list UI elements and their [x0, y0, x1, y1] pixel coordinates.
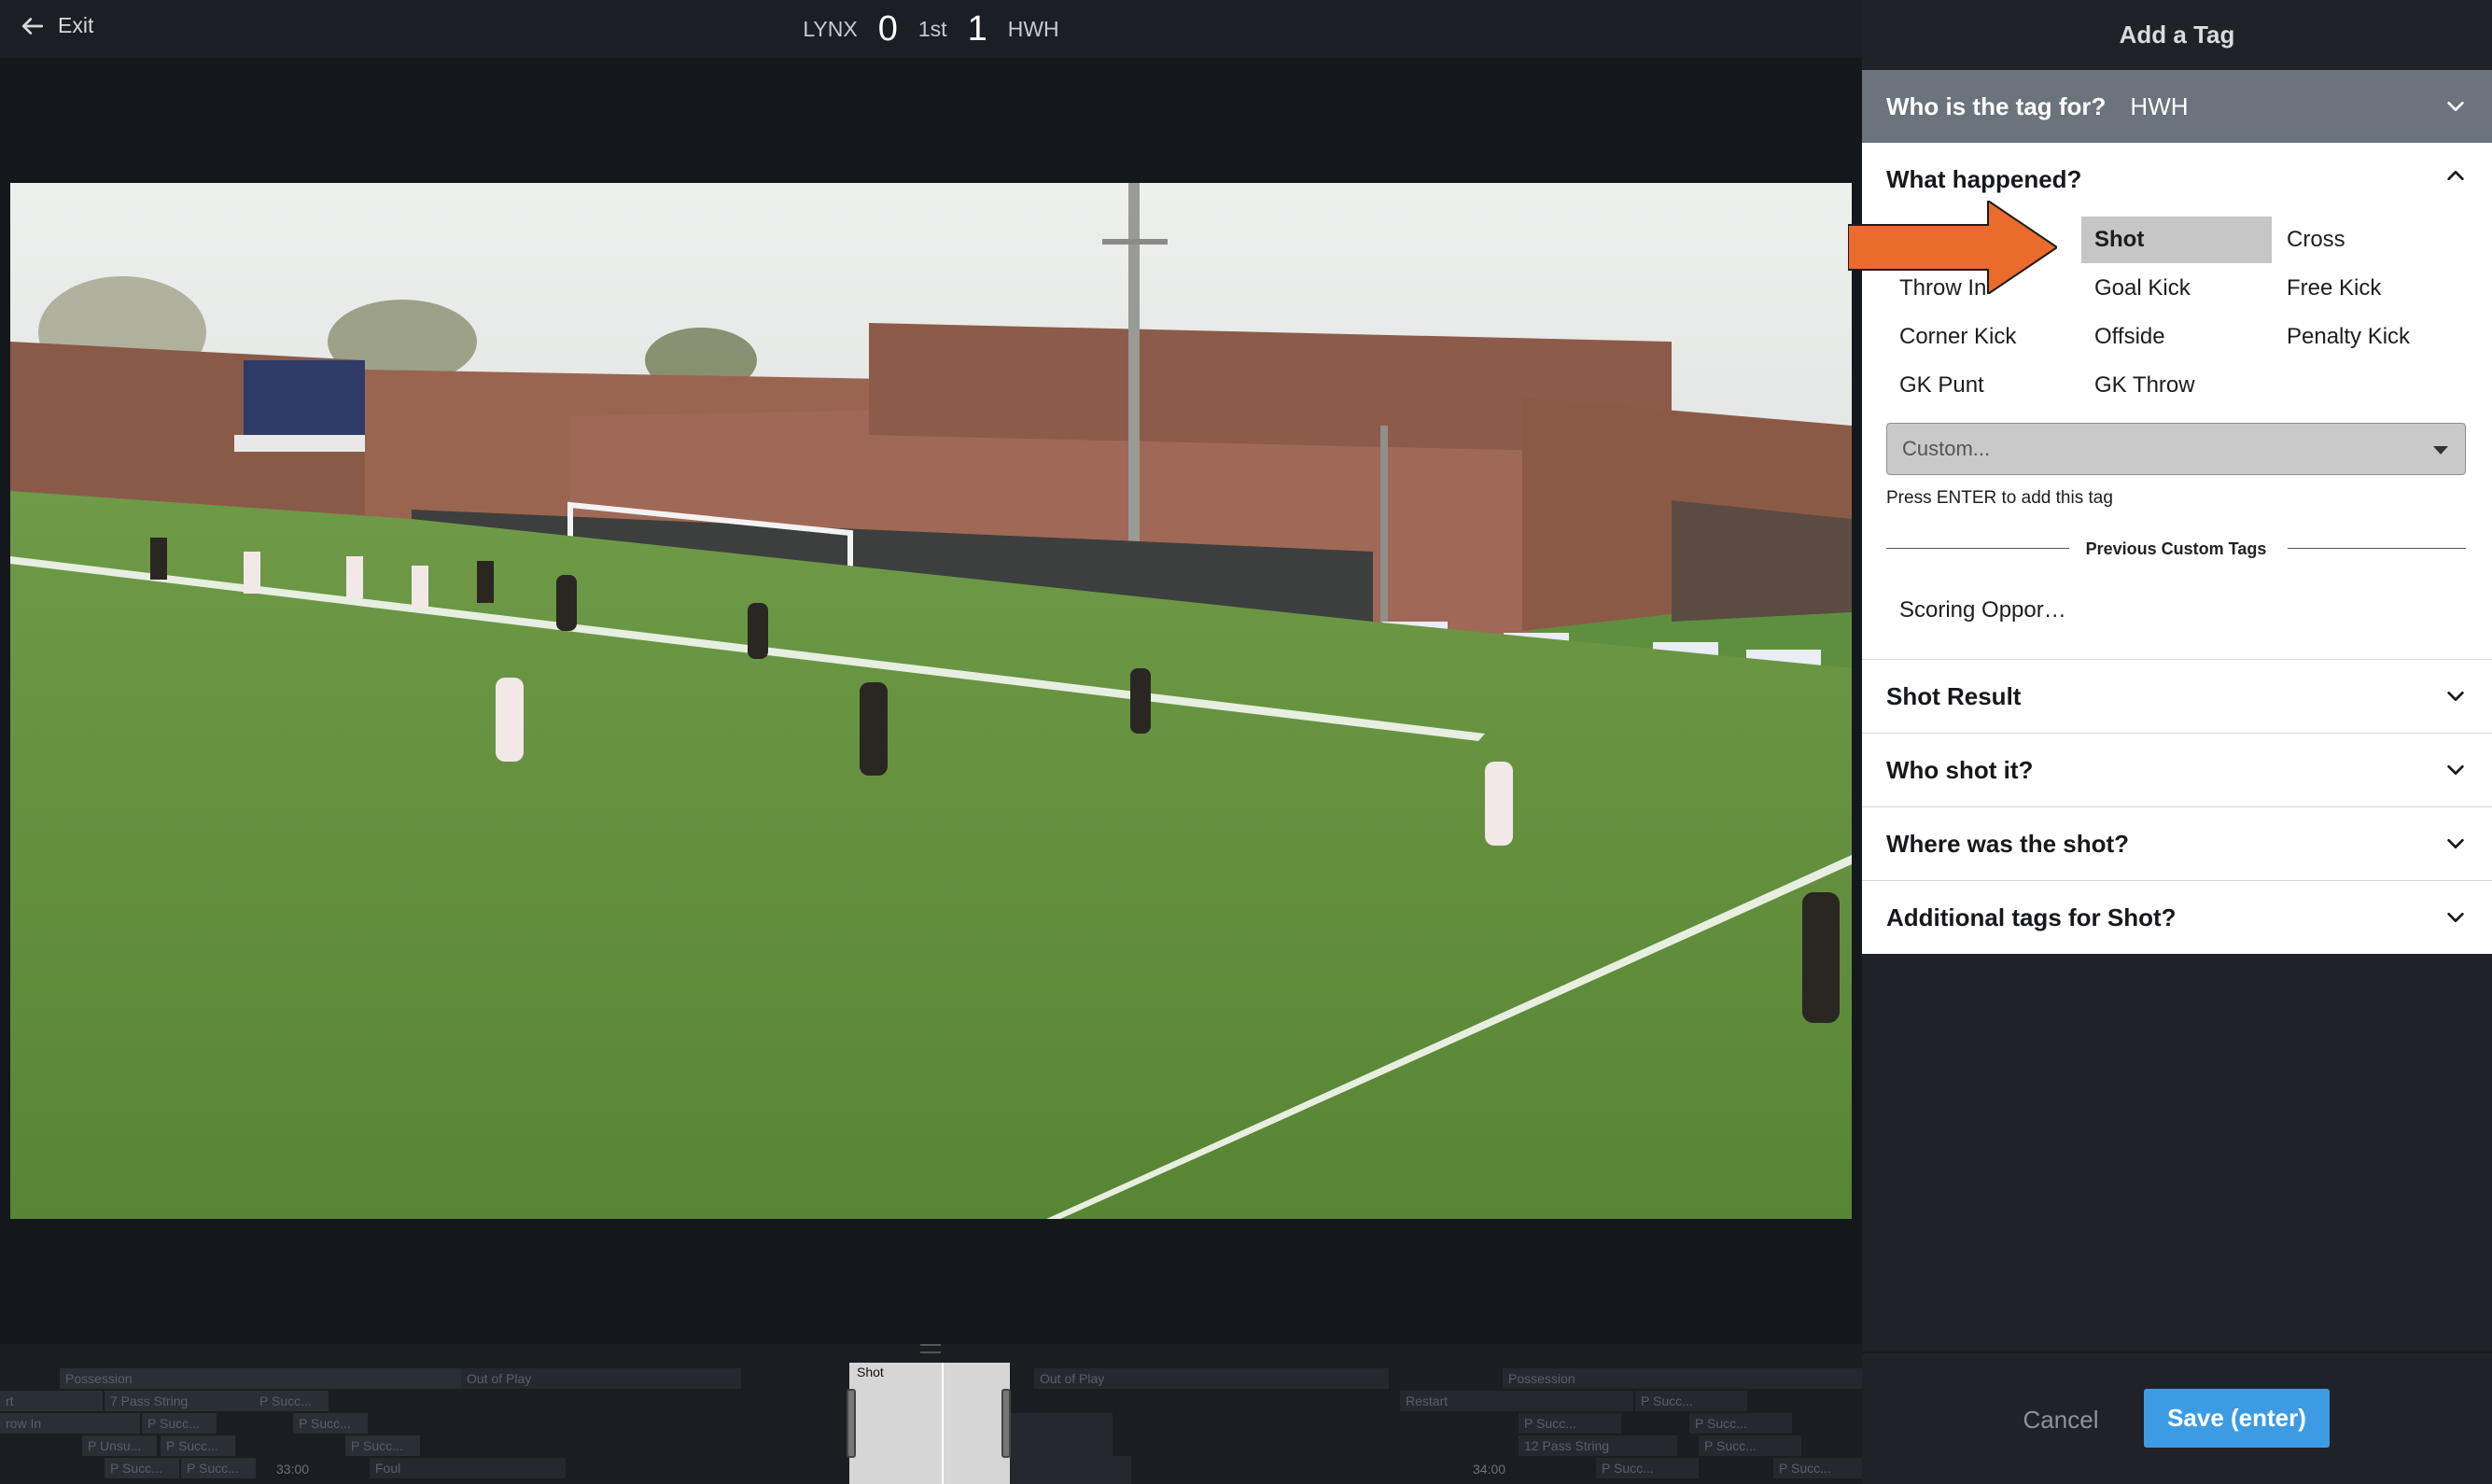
chevron-down-icon — [2447, 838, 2464, 849]
dropdown-caret-icon — [2433, 446, 2448, 455]
option-penalty-kick[interactable]: Penalty Kick — [2274, 314, 2464, 360]
section-header: Who shot it? — [1886, 756, 2034, 784]
selected-event-window[interactable]: Shot — [847, 1363, 1011, 1484]
video-tagging-app: Exit LYNX 0 1st 1 HWH Possession Out of … — [0, 0, 2492, 1484]
scoreboard: LYNX 0 1st 1 HWH — [0, 9, 1862, 49]
chevron-down-icon — [2447, 101, 2464, 112]
who-value: HWH — [2130, 91, 2189, 120]
playhead[interactable] — [942, 1363, 944, 1484]
timeline-event[interactable]: row In — [0, 1413, 140, 1434]
chevron-up-icon[interactable] — [2445, 165, 2466, 186]
selected-event-label: Shot — [857, 1365, 884, 1379]
timeline-event[interactable]: P Succ... — [142, 1413, 217, 1434]
timeline-event[interactable]: Foul — [370, 1458, 566, 1478]
timeline-event[interactable]: P Succ... — [345, 1435, 420, 1456]
timeline-event[interactable]: Out of Play — [461, 1368, 741, 1389]
additional-tags-section[interactable]: Additional tags for Shot? — [1862, 880, 2492, 954]
timeline[interactable]: Possession Out of Play Out of Play Posse… — [0, 1344, 1862, 1484]
timeline-event[interactable]: rt — [0, 1391, 103, 1411]
option-offside[interactable]: Offside — [2081, 314, 2272, 360]
top-bar: Exit LYNX 0 1st 1 HWH — [0, 0, 1862, 58]
timeline-event[interactable]: P Succ... — [254, 1391, 329, 1411]
option-free-kick[interactable]: Free Kick — [2274, 265, 2464, 312]
shot-location-section[interactable]: Where was the shot? — [1862, 806, 2492, 880]
trim-end-handle[interactable] — [1001, 1389, 1011, 1458]
time-label: 34:00 — [1473, 1462, 1506, 1477]
who-shot-section[interactable]: Who shot it? — [1862, 733, 2492, 806]
previous-custom-tag[interactable]: Scoring Oppor… — [1899, 597, 2066, 623]
previous-custom-tags-label: Previous Custom Tags — [2070, 539, 2282, 558]
option-goal-kick[interactable]: Goal Kick — [2081, 265, 2272, 312]
previous-custom-tags-divider: Previous Custom Tags — [1886, 535, 2466, 563]
timeline-event[interactable]: Possession — [60, 1368, 461, 1389]
who-label: Who is the tag for? — [1886, 91, 2107, 120]
timeline-event[interactable]: P Succ... — [1773, 1458, 1862, 1478]
timeline-block — [1010, 1456, 1131, 1484]
enter-hint: Press ENTER to add this tag — [1886, 488, 2113, 508]
option-shot[interactable]: Shot — [2081, 217, 2272, 263]
timeline-event[interactable]: P Succ... — [1699, 1435, 1801, 1456]
timeline-event[interactable]: P Succ... — [1596, 1458, 1699, 1478]
home-score: 0 — [877, 9, 898, 49]
actions-divider — [1862, 1351, 2492, 1353]
shot-result-section[interactable]: Shot Result — [1862, 659, 2492, 733]
chevron-down-icon — [2447, 691, 2464, 702]
timeline-event[interactable]: Possession — [1503, 1368, 1862, 1389]
what-happened-header[interactable]: What happened? — [1886, 165, 2081, 194]
custom-tag-placeholder: Custom... — [1902, 437, 1991, 460]
away-score: 1 — [967, 9, 987, 49]
pointer-arrow-icon — [1848, 201, 2057, 294]
chevron-down-icon — [2447, 764, 2464, 776]
home-team: LYNX — [803, 17, 858, 41]
cancel-button[interactable]: Cancel — [2009, 1391, 2112, 1449]
time-label: 33:00 — [276, 1462, 310, 1477]
timeline-event[interactable]: P Succ... — [105, 1458, 179, 1478]
timeline-event[interactable]: P Succ... — [161, 1435, 235, 1456]
option-corner-kick[interactable]: Corner Kick — [1899, 314, 2090, 360]
timeline-event[interactable]: Out of Play — [1034, 1368, 1389, 1389]
video-player[interactable] — [10, 183, 1852, 1219]
section-header: Shot Result — [1886, 682, 2022, 710]
option-cross[interactable]: Cross — [2274, 217, 2464, 263]
option-gk-punt[interactable]: GK Punt — [1899, 362, 2090, 409]
timeline-resize-handle[interactable] — [920, 1344, 941, 1353]
option-gk-throw[interactable]: GK Throw — [2081, 362, 2272, 409]
timeline-event[interactable]: P Unsu... — [82, 1435, 157, 1456]
timeline-event[interactable]: Restart — [1400, 1391, 1633, 1411]
timeline-event[interactable]: P Succ... — [1689, 1413, 1792, 1434]
panel-title: Add a Tag — [2119, 21, 2235, 49]
custom-tag-select[interactable]: Custom... — [1886, 423, 2466, 475]
trim-start-handle[interactable] — [847, 1389, 856, 1458]
away-team: HWH — [1007, 17, 1059, 41]
section-header: Where was the shot? — [1886, 830, 2130, 858]
section-header: Additional tags for Shot? — [1886, 903, 2177, 931]
who-section-header[interactable]: Who is the tag for? HWH — [1862, 70, 2492, 143]
timeline-block — [1010, 1413, 1113, 1456]
timeline-event[interactable]: 12 Pass String — [1519, 1435, 1677, 1456]
period: 1st — [917, 17, 947, 41]
timeline-event[interactable]: P Succ... — [181, 1458, 256, 1478]
timeline-event[interactable]: 7 Pass String — [105, 1391, 254, 1411]
timeline-event[interactable]: P Succ... — [293, 1413, 368, 1434]
save-button[interactable]: Save (enter) — [2144, 1389, 2330, 1448]
timeline-event[interactable]: P Succ... — [1519, 1413, 1621, 1434]
chevron-down-icon — [2447, 912, 2464, 923]
timeline-event[interactable]: P Succ... — [1635, 1391, 1747, 1411]
soccer-field-video-frame — [10, 183, 1852, 1219]
